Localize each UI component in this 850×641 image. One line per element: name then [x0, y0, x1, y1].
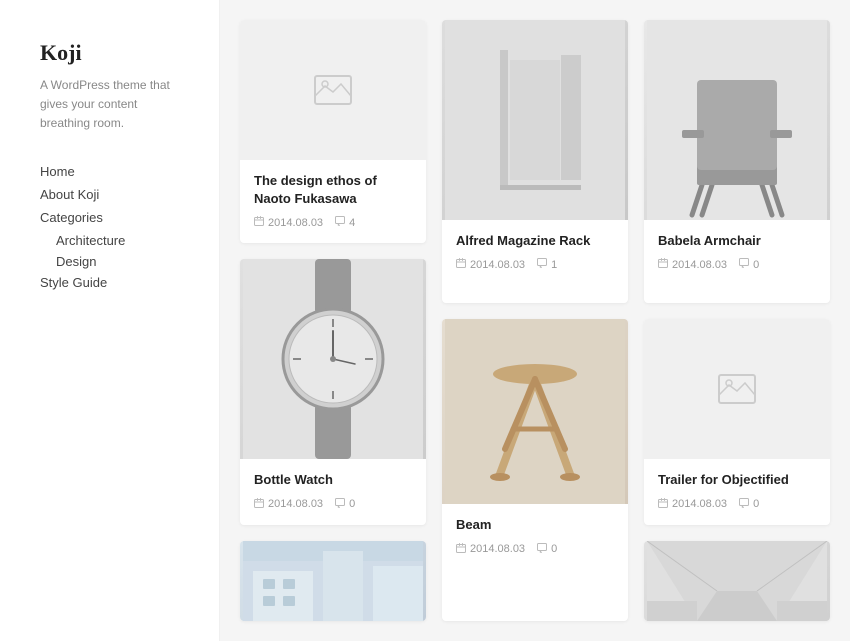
watch-svg: [243, 259, 423, 459]
card-image-placeholder2: [644, 319, 830, 459]
comment-icon: [335, 498, 345, 511]
nav-categories-label: Categories: [40, 210, 189, 225]
calendar-icon: [456, 543, 466, 556]
card-title: Alfred Magazine Rack: [456, 232, 614, 250]
calendar-icon: [456, 258, 466, 271]
nav-design[interactable]: Design: [40, 254, 189, 269]
card-image-building: [240, 541, 426, 621]
beam-svg: [445, 319, 625, 504]
card-date: 2014.08.03: [658, 258, 727, 271]
card-title: Babela Armchair: [658, 232, 816, 250]
comment-icon: [335, 216, 345, 229]
comment-icon: [537, 543, 547, 556]
card-meta: 2014.08.03 0: [658, 258, 816, 271]
card-image-hallway: [644, 541, 830, 621]
card-date: 2014.08.03: [658, 498, 727, 511]
card-title: Beam: [456, 516, 614, 534]
magazine-svg: [442, 20, 628, 220]
calendar-icon: [254, 216, 264, 229]
card-date: 2014.08.03: [456, 258, 525, 271]
main-content: The design ethos of Naoto Fukasawa 2014.…: [220, 0, 850, 641]
card-image-beam: [442, 319, 628, 504]
card-building[interactable]: [240, 541, 426, 621]
card-title: Trailer for Objectified: [658, 471, 816, 489]
hallway-svg: [647, 541, 827, 621]
sidebar: Koji A WordPress theme that gives your c…: [0, 0, 220, 641]
card-meta: 2014.08.03 0: [658, 498, 816, 511]
card-comments: 0: [739, 258, 759, 271]
site-title: Koji: [40, 40, 189, 66]
card-hallway[interactable]: [644, 541, 830, 621]
card-date: 2014.08.03: [254, 498, 323, 511]
card-title: The design ethos of Naoto Fukasawa: [254, 172, 412, 208]
card-body: Bottle Watch 2014.08.03 0: [240, 459, 426, 524]
card-objectified[interactable]: Trailer for Objectified 2014.08.03: [644, 319, 830, 524]
card-body: The design ethos of Naoto Fukasawa 2014.…: [240, 160, 426, 243]
card-image-placeholder: [240, 20, 426, 160]
comment-icon: [739, 258, 749, 271]
calendar-icon: [254, 498, 264, 511]
nav-home[interactable]: Home: [40, 164, 189, 179]
chair-svg: [647, 20, 827, 220]
card-body: Beam 2014.08.03 0: [442, 504, 628, 569]
placeholder-image-icon: [313, 70, 353, 110]
card-meta: 2014.08.03 0: [456, 543, 614, 556]
card-watch[interactable]: Bottle Watch 2014.08.03 0: [240, 259, 426, 524]
card-body: Alfred Magazine Rack 2014.08.03: [442, 220, 628, 285]
nav-architecture[interactable]: Architecture: [40, 233, 189, 248]
nav-style-guide[interactable]: Style Guide: [40, 275, 189, 290]
comment-icon: [537, 258, 547, 271]
card-date: 2014.08.03: [254, 216, 323, 229]
card-alfred[interactable]: Alfred Magazine Rack 2014.08.03: [442, 20, 628, 303]
card-body: Trailer for Objectified 2014.08.03: [644, 459, 830, 524]
card-title: Bottle Watch: [254, 471, 412, 489]
card-meta: 2014.08.03 0: [254, 498, 412, 511]
card-image-magazine: [442, 20, 628, 220]
card-design-ethos[interactable]: The design ethos of Naoto Fukasawa 2014.…: [240, 20, 426, 243]
card-babela[interactable]: Babela Armchair 2014.08.03 0: [644, 20, 830, 303]
card-grid: The design ethos of Naoto Fukasawa 2014.…: [240, 20, 830, 621]
card-meta: 2014.08.03 1: [456, 258, 614, 271]
card-comments: 0: [335, 498, 355, 511]
card-meta: 2014.08.03 4: [254, 216, 412, 229]
comment-icon: [739, 498, 749, 511]
card-beam[interactable]: Beam 2014.08.03 0: [442, 319, 628, 620]
calendar-icon: [658, 258, 668, 271]
calendar-icon: [658, 498, 668, 511]
card-comments: 0: [537, 543, 557, 556]
nav-about[interactable]: About Koji: [40, 187, 189, 202]
card-comments: 4: [335, 216, 355, 229]
card-image-chair: [644, 20, 830, 220]
card-comments: 1: [537, 258, 557, 271]
card-image-watch: [240, 259, 426, 459]
card-body: Babela Armchair 2014.08.03 0: [644, 220, 830, 285]
placeholder-image-icon2: [717, 369, 757, 409]
card-date: 2014.08.03: [456, 543, 525, 556]
building-svg: [243, 541, 423, 621]
site-description: A WordPress theme that gives your conten…: [40, 76, 189, 134]
card-comments: 0: [739, 498, 759, 511]
main-nav: Home About Koji Categories Architecture …: [40, 164, 189, 290]
